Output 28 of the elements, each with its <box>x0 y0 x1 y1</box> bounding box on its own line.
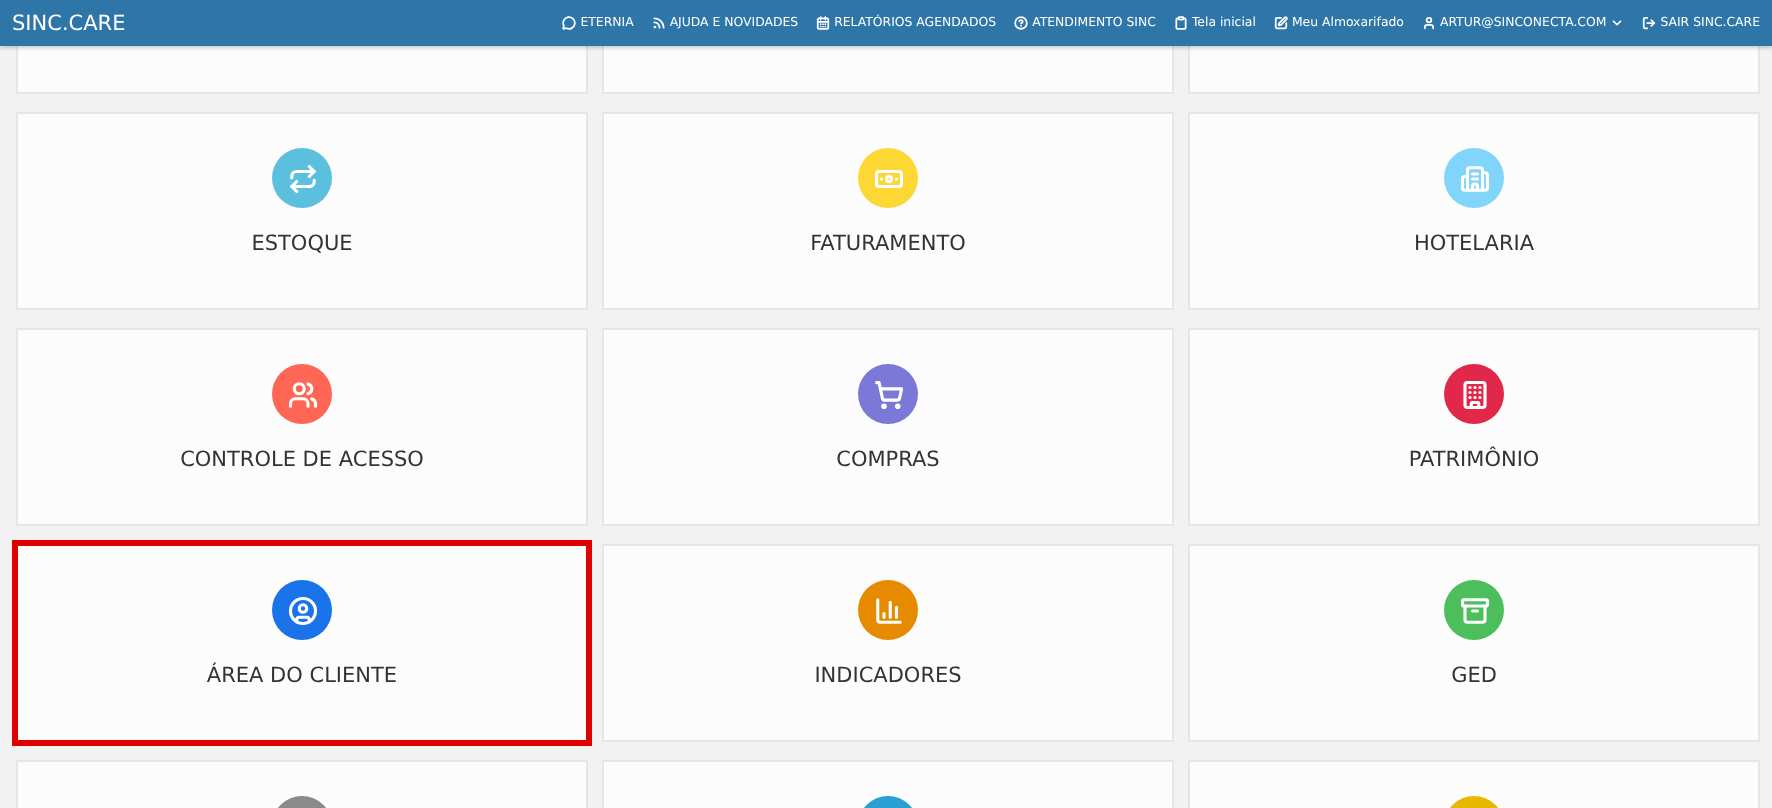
module-card[interactable]: GED <box>1188 544 1760 742</box>
module-label: GED <box>1451 664 1497 688</box>
chat-icon <box>562 16 577 30</box>
help-icon <box>1014 16 1029 30</box>
module-label: CONTROLE DE ACESSO <box>180 448 424 472</box>
edit-icon <box>1273 16 1288 30</box>
module-label: ÁREA DO CLIENTE <box>206 664 398 688</box>
user-icon <box>1421 16 1436 30</box>
brand-title: SINC.CARE <box>12 11 128 35</box>
module-label: COMPRAS <box>836 448 940 472</box>
rss-icon <box>651 16 666 30</box>
module-card[interactable]: ESTOQUE <box>16 112 588 310</box>
module-card[interactable]: PATRIMÔNIO <box>1188 328 1760 526</box>
module-label: INDICADORES <box>814 664 962 688</box>
logout-icon <box>1642 16 1657 30</box>
module-label: PATRIMÔNIO <box>1408 448 1540 472</box>
calendar-icon <box>816 16 831 30</box>
module-label: FATURAMENTO <box>810 232 966 256</box>
module-card[interactable]: COMPRAS <box>602 328 1174 526</box>
caret-icon <box>1610 16 1625 30</box>
clipboard-icon <box>1173 16 1188 30</box>
module-card[interactable]: CONTROLE DE ACESSO <box>16 328 588 526</box>
module-card[interactable]: HOTELARIA <box>1188 112 1760 310</box>
module-card[interactable]: ÁREA DO CLIENTE <box>16 544 588 742</box>
module-card[interactable]: FATURAMENTO <box>602 112 1174 310</box>
module-label: HOTELARIA <box>1413 232 1535 256</box>
module-label: ESTOQUE <box>251 232 353 256</box>
module-card[interactable]: INDICADORES <box>602 544 1174 742</box>
